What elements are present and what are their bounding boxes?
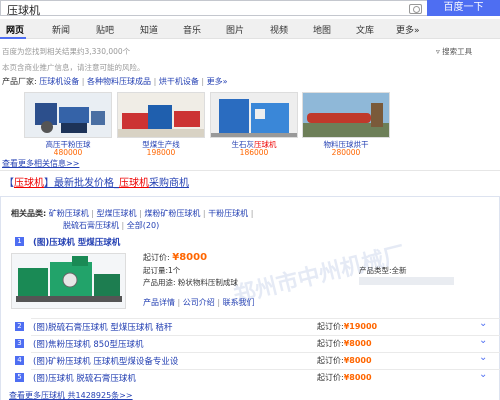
tab-wenku[interactable]: 文库 <box>356 23 374 36</box>
b2b-more-link[interactable]: 查看更多压球机 共1428925条>> <box>9 390 133 400</box>
product-price: 280000 <box>331 148 361 157</box>
b2b-headline[interactable]: 【压球机】最新批发价格_压球机采购商机 <box>4 174 189 189</box>
tab-video[interactable]: 视频 <box>270 23 288 36</box>
vendor-link[interactable]: 烘干机设备 <box>159 77 199 86</box>
divider <box>31 352 500 353</box>
chevron-down-icon[interactable]: ⌄ <box>479 318 487 329</box>
item-price: 起订价:¥8000 <box>317 373 372 382</box>
related-categories: 相关品类: 矿粉压球机 | 型煤压球机 | 煤粉矿粉压球机 | 干粉压球机 | <box>11 209 254 218</box>
contact-link[interactable]: 联系我们 <box>223 298 255 307</box>
related-link[interactable]: 干粉压球机 <box>208 209 248 218</box>
tab-bar: 网页 新闻 贴吧 知道 音乐 图片 视频 地图 文库 更多» <box>0 19 500 39</box>
divider <box>31 369 500 370</box>
vendor-links: 产品厂家: 压球机设备 | 各种物料压球成品 | 烘干机设备 | 更多» <box>2 77 228 86</box>
product-image[interactable] <box>210 92 298 138</box>
item-price: 起订价:¥8000 <box>317 339 372 348</box>
tab-news[interactable]: 新闻 <box>52 23 70 36</box>
tab-web[interactable]: 网页 <box>6 23 24 36</box>
tab-images[interactable]: 图片 <box>226 23 244 36</box>
product-price: 198000 <box>146 148 176 157</box>
product-type: 产品类型:全新 <box>359 266 407 275</box>
item-number: 2 <box>15 322 24 331</box>
usage: 产品用途: 粉状物料压制成球 <box>143 278 238 287</box>
item-price: 起订价:¥8000 <box>317 356 372 365</box>
related-link[interactable]: 全部(20) <box>127 221 159 230</box>
related-link[interactable]: 脱硫石膏压球机 <box>63 221 119 230</box>
tab-music[interactable]: 音乐 <box>183 23 201 36</box>
filter-icon: ▿ <box>436 47 440 56</box>
search-input[interactable]: 压球机 <box>0 0 427 17</box>
chevron-down-icon[interactable]: ⌄ <box>479 369 487 380</box>
active-tab-indicator <box>0 37 26 39</box>
search-query: 压球机 <box>7 4 40 17</box>
item-number: 5 <box>15 373 24 382</box>
tab-map[interactable]: 地图 <box>313 23 331 36</box>
result-count: 百度为您找到相关结果约3,330,000个 <box>2 47 131 56</box>
related-label: 相关品类: <box>11 209 47 218</box>
item-number: 1 <box>15 237 24 246</box>
product-image[interactable] <box>24 92 112 138</box>
item-title[interactable]: (图)压球机 型煤压球机 <box>33 236 120 248</box>
company-intro-link[interactable]: 公司介绍 <box>183 298 215 307</box>
vendor-label: 产品厂家: <box>2 77 37 86</box>
tab-zhidao[interactable]: 知道 <box>140 23 158 36</box>
item-number: 4 <box>15 356 24 365</box>
more-info-link[interactable]: 查看更多相关信息>> <box>2 158 79 169</box>
related-categories-2: 脱硫石膏压球机 | 全部(20) <box>63 221 160 230</box>
item-title[interactable]: (图)脱硫石膏压球机 型煤压球机 秸秆 <box>33 321 173 333</box>
item-title[interactable]: (图)矿粉压球机 压球机型煤设备专业设 <box>33 355 178 367</box>
tab-more[interactable]: 更多» <box>396 23 420 36</box>
item-image[interactable] <box>11 253 126 309</box>
vendor-link[interactable]: 各种物料压球成品 <box>87 77 151 86</box>
tab-tieba[interactable]: 贴吧 <box>96 23 114 36</box>
item-number: 3 <box>15 339 24 348</box>
chevron-down-icon[interactable]: ⌄ <box>479 352 487 363</box>
divider <box>0 170 500 171</box>
product-price: 480000 <box>53 148 83 157</box>
item-title[interactable]: (图)压球机 脱硫石膏压球机 <box>33 372 136 384</box>
camera-icon[interactable] <box>409 4 422 14</box>
product-price: 186000 <box>239 148 269 157</box>
item-title[interactable]: (图)焦粉压球机 850型压球机 <box>33 338 144 350</box>
product-image[interactable] <box>117 92 205 138</box>
item-actions: 产品详情 | 公司介绍 | 联系我们 <box>143 298 255 307</box>
promo-notice: 本页含商业推广信息，请注意可能的风险。 <box>2 63 145 72</box>
moq: 起订量:1个 <box>143 266 181 275</box>
product-details-link[interactable]: 产品详情 <box>143 298 175 307</box>
divider <box>31 318 500 319</box>
main-price: 起订价: ¥8000 <box>143 252 208 263</box>
search-tools-button[interactable]: ▿ 搜索工具 <box>436 46 472 57</box>
b2b-panel: 相关品类: 矿粉压球机 | 型煤压球机 | 煤粉矿粉压球机 | 干粉压球机 | … <box>0 196 500 400</box>
vendor-link[interactable]: 更多» <box>207 77 228 86</box>
related-link[interactable]: 型煤压球机 <box>97 209 137 218</box>
item-price: 起订价:¥19000 <box>317 322 378 331</box>
vendor-link[interactable]: 压球机设备 <box>39 77 79 86</box>
product-image[interactable] <box>302 92 390 138</box>
chevron-down-icon[interactable]: ⌄ <box>479 335 487 346</box>
related-link[interactable]: 矿粉压球机 <box>49 209 89 218</box>
redacted-field <box>359 277 454 285</box>
search-button[interactable]: 百度一下 <box>427 0 500 16</box>
related-link[interactable]: 煤粉矿粉压球机 <box>144 209 200 218</box>
divider <box>31 335 500 336</box>
